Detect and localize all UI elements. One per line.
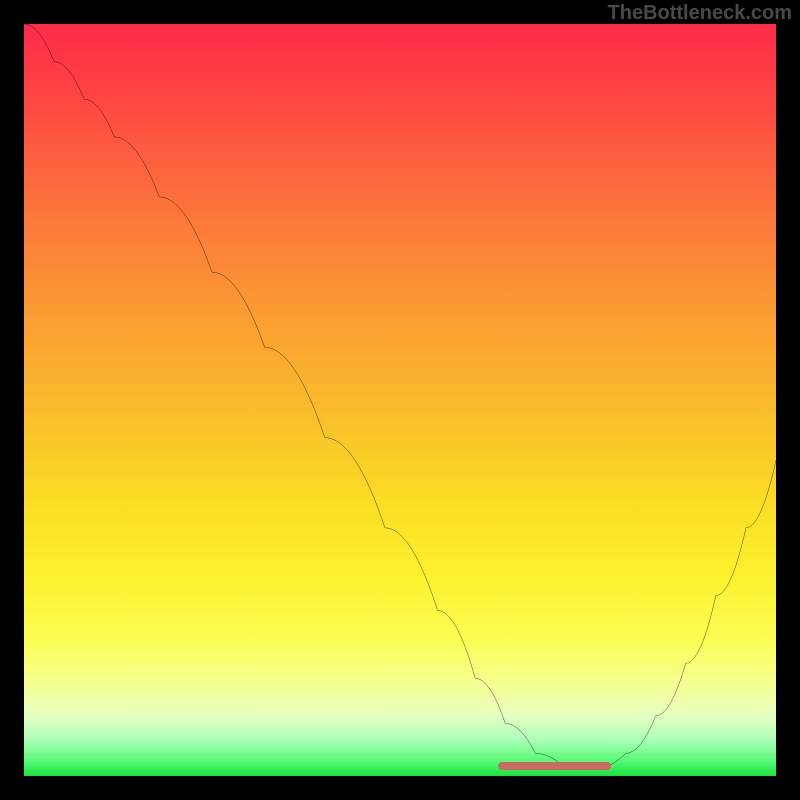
- plot-area: [24, 24, 776, 776]
- watermark-text: TheBottleneck.com: [608, 2, 792, 25]
- minimum-marker: [498, 762, 611, 770]
- bottleneck-curve-path: [24, 24, 776, 768]
- curve-svg: [24, 24, 776, 776]
- chart-container: TheBottleneck.com: [0, 0, 800, 800]
